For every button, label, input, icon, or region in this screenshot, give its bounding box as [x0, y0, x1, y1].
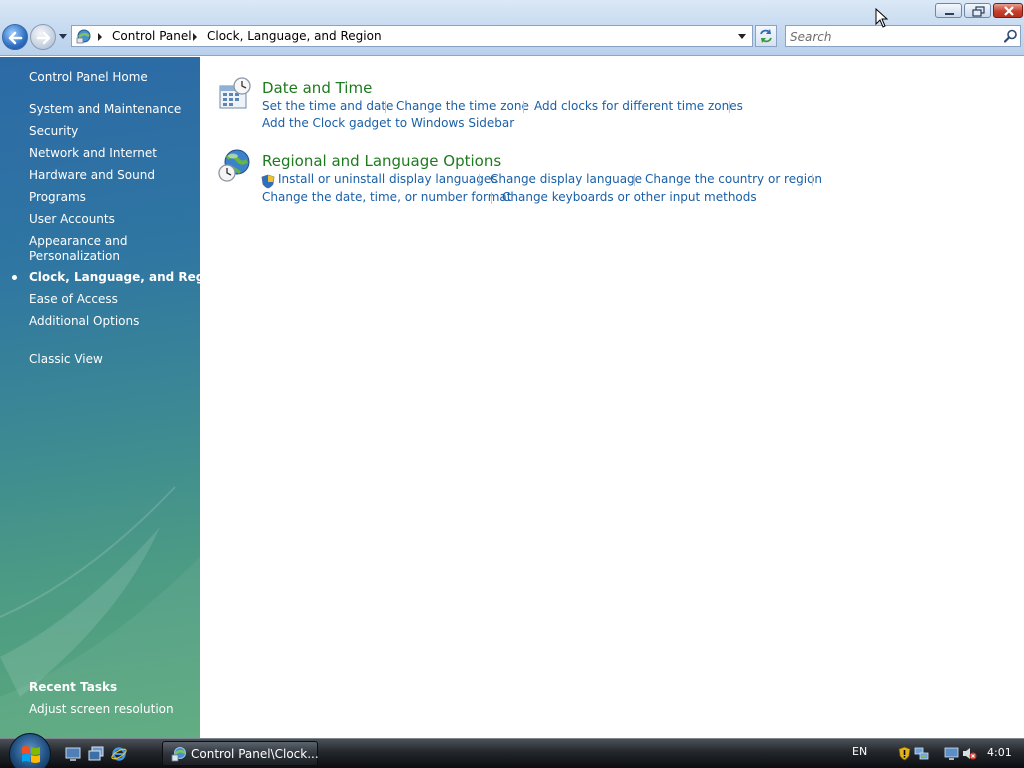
task-add-clocks[interactable]: Add clocks for different time zones [534, 99, 743, 113]
globe-clock-icon[interactable] [218, 149, 252, 183]
window-titlebar: Control Panel Clock, Language, and Regio… [0, 0, 1024, 56]
sidebar-control-panel-home[interactable]: Control Panel Home [29, 70, 148, 85]
back-arrow-icon [8, 31, 23, 45]
address-bar[interactable]: Control Panel Clock, Language, and Regio… [71, 25, 753, 47]
sidebar-item-security[interactable]: Security [29, 124, 78, 139]
mouse-cursor-icon [875, 8, 889, 28]
breadcrumb-separator-icon[interactable] [98, 33, 102, 41]
refresh-icon [760, 29, 772, 43]
refresh-button[interactable] [755, 25, 777, 47]
recent-tasks-heading: Recent Tasks [29, 680, 118, 694]
sidebar-classic-view[interactable]: Classic View [29, 352, 103, 367]
link-separator [385, 101, 386, 113]
taskbar: Control Panel\Clock... EN 4:01 [0, 733, 1024, 768]
address-dropdown-icon[interactable] [738, 34, 746, 39]
security-alert-icon[interactable] [897, 746, 912, 761]
link-separator [479, 174, 480, 186]
current-item-bullet [12, 275, 17, 280]
sidebar-item-additional-options[interactable]: Additional Options [29, 314, 139, 329]
task-install-display-languages[interactable]: Install or uninstall display languages [278, 172, 498, 186]
start-button[interactable] [9, 733, 51, 768]
recent-task-adjust-resolution[interactable]: Adjust screen resolution [29, 702, 174, 717]
minimize-button[interactable] [935, 3, 962, 18]
breadcrumb-clock-language-region[interactable]: Clock, Language, and Region [207, 29, 382, 43]
switch-windows-icon[interactable] [88, 746, 104, 762]
forward-button[interactable] [30, 24, 56, 50]
taskbar-window-control-panel[interactable]: Control Panel\Clock... [162, 741, 319, 766]
sidebar-item-network-internet[interactable]: Network and Internet [29, 146, 157, 161]
sidebar-item-clock-language-region[interactable]: Clock, Language, and Region [29, 270, 200, 285]
sidebar-item-hardware-sound[interactable]: Hardware and Sound [29, 168, 155, 183]
sidebar-item-system-maintenance[interactable]: System and Maintenance [29, 102, 181, 117]
link-separator [729, 101, 730, 113]
language-indicator[interactable]: EN [852, 745, 867, 758]
sidebar-item-ease-of-access[interactable]: Ease of Access [29, 292, 118, 307]
close-button[interactable] [993, 3, 1023, 18]
sidebar-item-user-accounts[interactable]: User Accounts [29, 212, 115, 227]
main-content: Date and Time Set the time and date Chan… [200, 57, 1024, 738]
breadcrumb-separator-icon[interactable] [193, 33, 197, 41]
task-set-time-date[interactable]: Set the time and date [262, 99, 393, 113]
search-input[interactable] [790, 29, 990, 44]
sidebar: Control Panel Home System and Maintenanc… [0, 57, 200, 738]
control-panel-icon [76, 29, 91, 44]
link-separator [634, 174, 635, 186]
task-add-clock-gadget[interactable]: Add the Clock gadget to Windows Sidebar [262, 116, 514, 130]
link-separator [491, 192, 492, 204]
task-change-time-zone[interactable]: Change the time zone [396, 99, 529, 113]
category-regional-language[interactable]: Regional and Language Options [262, 152, 501, 170]
calendar-clock-icon[interactable] [218, 77, 252, 111]
close-icon [1004, 6, 1014, 16]
restore-button[interactable] [964, 3, 991, 18]
restore-icon [972, 6, 985, 17]
show-desktop-icon[interactable] [65, 746, 81, 762]
sidebar-item-programs[interactable]: Programs [29, 190, 86, 205]
taskbar-window-label: Control Panel\Clock... [191, 747, 319, 761]
task-change-display-language[interactable]: Change display language [490, 172, 642, 186]
network-icon[interactable] [914, 746, 929, 761]
volume-muted-icon[interactable] [962, 746, 977, 761]
display-icon[interactable] [944, 746, 959, 761]
category-date-and-time[interactable]: Date and Time [262, 79, 372, 97]
uac-shield-icon [261, 174, 275, 189]
task-change-date-time-format[interactable]: Change the date, time, or number format [262, 190, 511, 204]
task-change-country-region[interactable]: Change the country or region [645, 172, 822, 186]
control-panel-icon [171, 747, 186, 762]
windows-logo-icon [22, 746, 40, 763]
forward-arrow-icon [36, 31, 51, 45]
search-icon[interactable] [1004, 29, 1018, 43]
minimize-icon [945, 13, 954, 15]
link-separator [523, 101, 524, 113]
recent-pages-dropdown-icon[interactable] [58, 31, 68, 41]
breadcrumb-control-panel[interactable]: Control Panel [112, 29, 192, 43]
link-separator [812, 174, 813, 186]
back-button[interactable] [2, 24, 28, 50]
sidebar-item-appearance[interactable]: Appearance and Personalization [29, 234, 139, 264]
system-clock[interactable]: 4:01 [987, 746, 1012, 759]
search-box[interactable] [785, 25, 1021, 47]
task-change-keyboards[interactable]: Change keyboards or other input methods [502, 190, 757, 204]
internet-explorer-icon[interactable] [111, 746, 127, 762]
